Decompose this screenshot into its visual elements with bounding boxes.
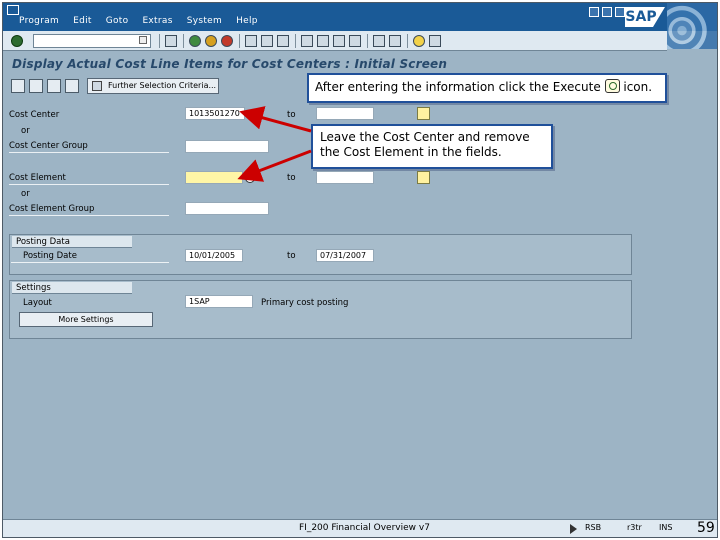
standard-toolbar (3, 31, 667, 51)
status-mode: INS (659, 523, 673, 532)
status-client: r3tr (627, 523, 642, 532)
multiple-selection-icon[interactable] (417, 107, 430, 120)
menu-program[interactable]: Program (19, 16, 59, 26)
search-help-icon[interactable] (245, 173, 255, 183)
next-page-icon[interactable] (333, 35, 345, 47)
selection-icon (92, 81, 102, 91)
variants-icon[interactable] (29, 79, 43, 93)
label-underline (9, 215, 169, 216)
toolbar-separator (159, 34, 160, 48)
layout-description: Primary cost posting (261, 298, 349, 308)
command-field[interactable] (33, 34, 151, 48)
menu-items: Program Edit Goto Extras System Help (19, 16, 258, 26)
minimize-icon[interactable] (589, 7, 599, 17)
menu-help[interactable]: Help (236, 16, 258, 26)
status-text: FI_200 Financial Overview v7 (299, 523, 430, 533)
toolbar-separator (239, 34, 240, 48)
logo-decoration (667, 3, 717, 49)
multiple-selection-icon[interactable] (417, 171, 430, 184)
find-icon[interactable] (261, 35, 273, 47)
last-page-icon[interactable] (349, 35, 361, 47)
further-selection-criteria-button[interactable]: Further Selection Criteria... (87, 78, 219, 94)
save-variant-icon[interactable] (47, 79, 61, 93)
selection-options-icon[interactable] (65, 79, 79, 93)
cost-center-label: Cost Center (9, 110, 60, 120)
to-label: to (287, 173, 296, 183)
toolbar-separator (295, 34, 296, 48)
settings-group: Settings (9, 280, 632, 339)
command-dropdown-icon[interactable] (139, 36, 147, 44)
callout-text: After entering the information click the… (315, 80, 601, 94)
sap-window: Program Edit Goto Extras System Help SAP (2, 2, 718, 538)
menu-extras[interactable]: Extras (142, 16, 172, 26)
layout-input[interactable]: 1SAP (185, 295, 253, 308)
menu-edit[interactable]: Edit (73, 16, 92, 26)
arrow-to-cost-element (237, 149, 312, 182)
cost-element-from-input[interactable] (185, 171, 243, 184)
save-icon[interactable] (165, 35, 177, 47)
menu-goto[interactable]: Goto (106, 16, 129, 26)
or-label: or (21, 189, 30, 199)
status-system: RSB (585, 523, 602, 532)
shortcut-icon[interactable] (389, 35, 401, 47)
execute-icon[interactable] (11, 79, 25, 93)
print-icon[interactable] (245, 35, 257, 47)
layout-menu-icon[interactable] (429, 35, 441, 47)
to-label: to (287, 110, 296, 120)
cost-element-group-input[interactable] (185, 202, 269, 215)
callout-text-end: icon. (623, 80, 653, 94)
arrow-to-cost-center (239, 106, 312, 133)
menu-system[interactable]: System (187, 16, 222, 26)
enter-icon[interactable] (11, 35, 23, 47)
execute-instruction-callout: After entering the information click the… (307, 73, 667, 103)
toolbar-separator (407, 34, 408, 48)
cost-center-to-input[interactable] (316, 107, 374, 120)
posting-date-from-input[interactable]: 10/01/2005 (185, 249, 243, 262)
menu-bar: Program Edit Goto Extras System Help SAP (3, 3, 717, 31)
previous-page-icon[interactable] (317, 35, 329, 47)
toolbar-separator (183, 34, 184, 48)
expand-status-icon[interactable] (570, 524, 577, 534)
label-underline (11, 262, 169, 263)
status-bar: FI_200 Financial Overview v7 RSB r3tr IN… (3, 519, 717, 537)
cost-center-group-label: Cost Center Group (9, 141, 88, 151)
further-selection-label: Further Selection Criteria... (108, 81, 217, 90)
label-underline (9, 152, 169, 153)
page-number: 59 (697, 520, 715, 536)
posting-date-to-input[interactable]: 07/31/2007 (316, 249, 374, 262)
page-title: Display Actual Cost Line Items for Cost … (12, 57, 448, 71)
toolbar-separator (367, 34, 368, 48)
maximize-icon[interactable] (602, 7, 612, 17)
system-menu-icon[interactable] (7, 5, 19, 15)
back-icon[interactable] (189, 35, 201, 47)
cancel-icon[interactable] (221, 35, 233, 47)
help-icon[interactable] (413, 35, 425, 47)
cost-element-group-label: Cost Element Group (9, 204, 95, 214)
close-icon[interactable] (615, 7, 625, 17)
posting-date-label: Posting Date (23, 251, 77, 261)
cost-element-label: Cost Element (9, 173, 66, 183)
posting-data-title: Posting Data (12, 236, 132, 248)
settings-title: Settings (12, 282, 132, 294)
exit-icon[interactable] (205, 35, 217, 47)
window-controls (589, 7, 625, 17)
sap-logo: SAP (625, 7, 665, 27)
cost-element-to-input[interactable] (316, 171, 374, 184)
more-settings-button[interactable]: More Settings (19, 312, 153, 327)
cost-center-from-input[interactable]: 1013501270 (185, 107, 245, 120)
find-next-icon[interactable] (277, 35, 289, 47)
to-label: to (287, 251, 296, 261)
cost-center-instruction-callout: Leave the Cost Center and remove the Cos… (311, 124, 553, 169)
cost-center-group-input[interactable] (185, 140, 269, 153)
or-label: or (21, 126, 30, 136)
layout-label: Layout (23, 298, 52, 308)
label-underline (9, 184, 169, 185)
execute-icon (604, 79, 620, 93)
new-session-icon[interactable] (373, 35, 385, 47)
first-page-icon[interactable] (301, 35, 313, 47)
